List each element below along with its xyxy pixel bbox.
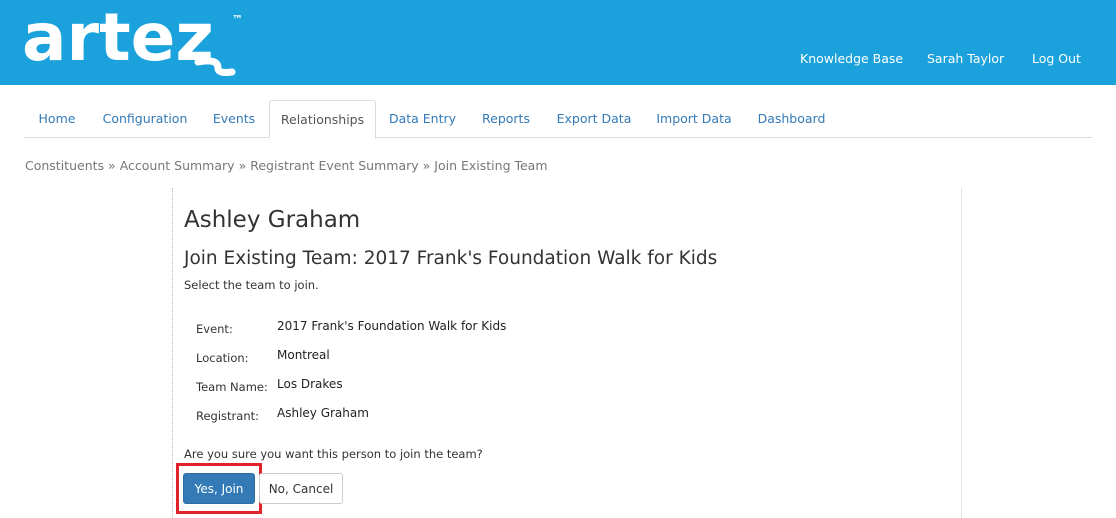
detail-label: Location:	[196, 351, 249, 365]
knowledge-base-link[interactable]: Knowledge Base	[800, 51, 903, 66]
detail-row-team-name: Team Name: Los Drakes	[196, 376, 696, 396]
user-name-link[interactable]: Sarah Taylor	[927, 51, 1004, 66]
tab-home[interactable]: Home	[24, 100, 90, 138]
detail-row-event: Event: 2017 Frank's Foundation Walk for …	[196, 318, 696, 338]
detail-label: Event:	[196, 322, 233, 336]
instruction-text: Select the team to join.	[184, 278, 319, 292]
detail-value: 2017 Frank's Foundation Walk for Kids	[277, 319, 507, 333]
detail-row-registrant: Registrant: Ashley Graham	[196, 405, 696, 425]
detail-row-location: Location: Montreal	[196, 347, 696, 367]
content-panel: Ashley Graham Join Existing Team: 2017 F…	[172, 188, 962, 518]
breadcrumb-separator: »	[422, 158, 431, 173]
tab-events[interactable]: Events	[200, 100, 268, 138]
logo-text: artez	[22, 8, 214, 76]
page-title: Join Existing Team: 2017 Frank's Foundat…	[184, 248, 718, 269]
breadcrumb-registrant-event-summary[interactable]: Registrant Event Summary	[250, 158, 418, 173]
top-header: artez ™ Knowledge Base Sarah Taylor Log …	[0, 0, 1116, 85]
breadcrumb-constituents[interactable]: Constituents	[25, 158, 104, 173]
yes-join-button[interactable]: Yes, Join	[183, 473, 255, 504]
log-out-link[interactable]: Log Out	[1032, 51, 1081, 66]
breadcrumb-separator: »	[108, 158, 116, 173]
detail-label: Team Name:	[196, 380, 268, 394]
breadcrumb-current-page: Join Existing Team	[434, 158, 548, 173]
tab-reports[interactable]: Reports	[468, 100, 544, 138]
detail-value: Los Drakes	[277, 377, 343, 391]
tab-relationships[interactable]: Relationships	[269, 100, 376, 139]
main-nav-tabs: Home Configuration Events Relationships …	[24, 100, 1092, 139]
person-name-heading: Ashley Graham	[184, 207, 361, 233]
detail-value: Montreal	[277, 348, 330, 362]
tab-data-entry[interactable]: Data Entry	[377, 100, 468, 138]
tab-export-data[interactable]: Export Data	[544, 100, 644, 138]
tab-dashboard[interactable]: Dashboard	[744, 100, 839, 138]
detail-value: Ashley Graham	[277, 406, 369, 420]
tab-import-data[interactable]: Import Data	[644, 100, 744, 138]
breadcrumb-account-summary[interactable]: Account Summary	[120, 158, 235, 173]
confirm-question: Are you sure you want this person to joi…	[184, 447, 483, 461]
no-cancel-button[interactable]: No, Cancel	[259, 473, 343, 504]
trademark-mark: ™	[232, 13, 243, 26]
detail-label: Registrant:	[196, 409, 259, 423]
breadcrumb-separator: »	[238, 158, 247, 173]
artez-logo[interactable]: artez	[22, 8, 248, 78]
breadcrumb: Constituents» Account Summary» Registrant …	[25, 158, 548, 173]
tab-configuration[interactable]: Configuration	[90, 100, 200, 138]
